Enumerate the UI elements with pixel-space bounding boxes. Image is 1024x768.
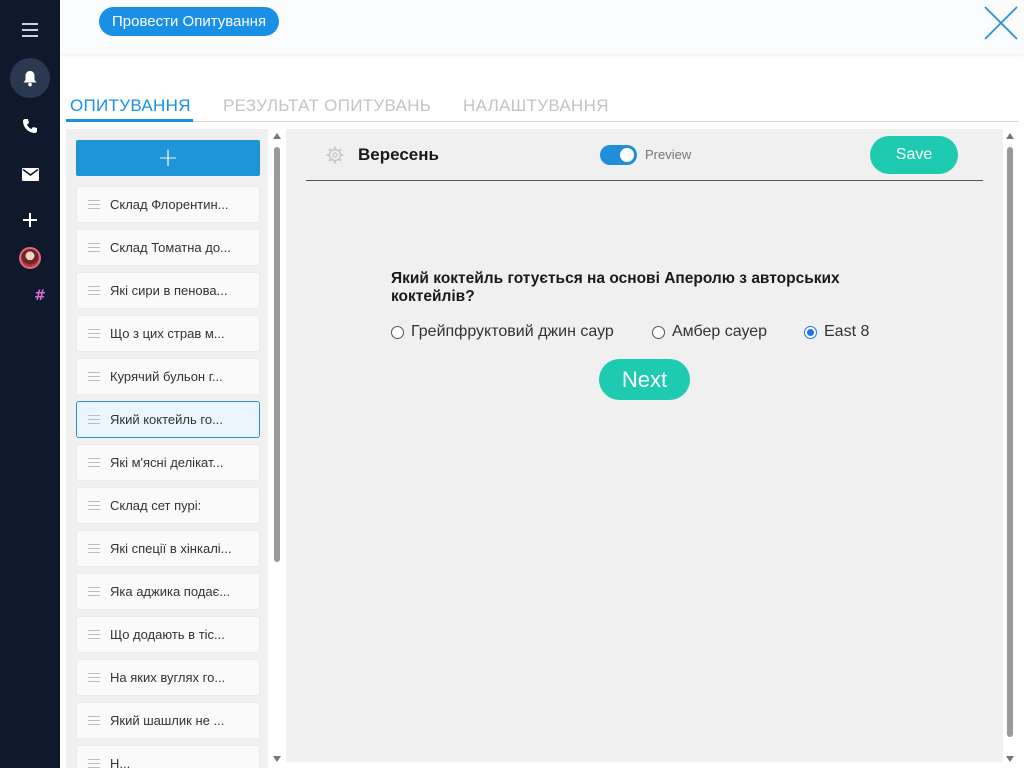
preview-label: Preview bbox=[645, 147, 692, 162]
survey-title[interactable]: Вересень bbox=[358, 145, 439, 165]
question-list-item[interactable]: Н... bbox=[76, 745, 260, 768]
question-list-item[interactable]: Які сири в пенова... bbox=[76, 272, 260, 309]
question-list-item[interactable]: Які спеції в хінкалі... bbox=[76, 530, 260, 567]
question-list-item-label: Н... bbox=[110, 756, 131, 768]
question-list-item-label: Склад Флорентин... bbox=[110, 197, 229, 212]
question-list-item-label: Що додають в тіс... bbox=[110, 627, 225, 642]
mail-icon[interactable] bbox=[0, 154, 60, 194]
question-list-item[interactable]: Які м'ясні делікат... bbox=[76, 444, 260, 481]
hash-tag[interactable]: # bbox=[10, 276, 70, 316]
scroll-up-arrow-icon[interactable] bbox=[1006, 133, 1014, 139]
option-label: East 8 bbox=[824, 323, 870, 340]
top-bar: Провести Опитування bbox=[60, 0, 1024, 54]
question-list-item-label: Які спеції в хінкалі... bbox=[110, 541, 232, 556]
question-list-item-label: Що з цих страв м... bbox=[110, 326, 225, 341]
menu-icon[interactable] bbox=[0, 10, 60, 50]
drag-handle-icon[interactable] bbox=[88, 328, 100, 339]
question-list-item[interactable]: На яких вуглях го... bbox=[76, 659, 260, 696]
run-survey-button[interactable]: Провести Опитування bbox=[99, 7, 280, 36]
option-label: Грейпфруктовий джин саур bbox=[411, 323, 614, 340]
question-list-item-label: Склад Томатна до... bbox=[110, 240, 231, 255]
scrollbar-thumb[interactable] bbox=[274, 147, 280, 562]
phone-icon[interactable] bbox=[0, 106, 60, 146]
toggle-knob bbox=[620, 148, 634, 162]
drag-handle-icon[interactable] bbox=[88, 672, 100, 683]
radio-button-checked[interactable] bbox=[804, 325, 817, 339]
question-list-item-label: Які сири в пенова... bbox=[110, 283, 228, 298]
app-rail: # bbox=[0, 0, 60, 768]
drag-handle-icon[interactable] bbox=[88, 758, 100, 768]
question-list-item[interactable]: Склад Флорентин... bbox=[76, 186, 260, 223]
drag-handle-icon[interactable] bbox=[88, 715, 100, 726]
user-avatar[interactable] bbox=[0, 238, 60, 278]
close-icon[interactable] bbox=[982, 4, 1020, 42]
next-button[interactable]: Next bbox=[599, 359, 690, 400]
preview-toggle[interactable] bbox=[600, 145, 637, 165]
tab-survey-results[interactable]: РЕЗУЛЬТАТ ОПИТУВАНЬ bbox=[223, 96, 431, 116]
question-list-item[interactable]: Що з цих страв м... bbox=[76, 315, 260, 352]
scroll-up-arrow-icon[interactable] bbox=[273, 133, 281, 139]
drag-handle-icon[interactable] bbox=[88, 285, 100, 296]
drag-handle-icon[interactable] bbox=[88, 371, 100, 382]
question-list-item[interactable]: Склад Томатна до... bbox=[76, 229, 260, 266]
gear-icon[interactable] bbox=[326, 146, 344, 164]
drag-handle-icon[interactable] bbox=[88, 414, 100, 425]
question-list-item-label: Склад сет пурі: bbox=[110, 498, 202, 513]
section-tabs: ОПИТУВАННЯ РЕЗУЛЬТАТ ОПИТУВАНЬ НАЛАШТУВА… bbox=[66, 96, 1018, 122]
question-list-item[interactable]: Який коктейль го... bbox=[76, 401, 260, 438]
drag-handle-icon[interactable] bbox=[88, 586, 100, 597]
question-list-item[interactable]: Курячий бульон г... bbox=[76, 358, 260, 395]
question-list-item[interactable]: Який шашлик не ... bbox=[76, 702, 260, 739]
option-grapefruit-gin-sour[interactable]: Грейпфруктовий джин саур bbox=[391, 323, 614, 341]
question-text: Який коктейль готується на основі Аперол… bbox=[391, 270, 840, 305]
drag-handle-icon[interactable] bbox=[88, 543, 100, 554]
add-icon[interactable] bbox=[0, 200, 60, 240]
scrollbar-thumb[interactable] bbox=[1007, 147, 1013, 737]
plus-icon: + bbox=[157, 143, 179, 173]
drag-handle-icon[interactable] bbox=[88, 500, 100, 511]
option-label: Амбер сауер bbox=[672, 323, 768, 340]
editor-header: Вересень Preview Save bbox=[306, 129, 983, 181]
save-button[interactable]: Save bbox=[870, 136, 958, 174]
question-list-item-label: На яких вуглях го... bbox=[110, 670, 226, 685]
radio-button[interactable] bbox=[391, 325, 404, 339]
active-tab-indicator bbox=[66, 119, 193, 122]
answer-options: Грейпфруктовий джин саур Амбер сауер Eas… bbox=[391, 323, 931, 343]
list-scrollbar[interactable] bbox=[270, 129, 284, 768]
tab-settings[interactable]: НАЛАШТУВАННЯ bbox=[463, 96, 609, 116]
drag-handle-icon[interactable] bbox=[88, 457, 100, 468]
question-list-item-label: Який шашлик не ... bbox=[110, 713, 225, 728]
question-list-item[interactable]: Що додають в тіс... bbox=[76, 616, 260, 653]
add-question-button[interactable]: + bbox=[76, 140, 260, 176]
bell-icon[interactable] bbox=[0, 58, 60, 98]
avatar bbox=[19, 247, 41, 269]
option-east-8[interactable]: East 8 bbox=[804, 323, 869, 341]
question-list-item[interactable]: Яка аджика подає... bbox=[76, 573, 260, 610]
question-list-item-label: Яка аджика подає... bbox=[110, 584, 231, 599]
question-list-panel: + Склад Флорентин... Склад Томатна до... Я… bbox=[66, 129, 268, 768]
tab-surveys[interactable]: ОПИТУВАННЯ bbox=[70, 96, 191, 116]
drag-handle-icon[interactable] bbox=[88, 199, 100, 210]
editor-scrollbar[interactable] bbox=[1003, 129, 1019, 768]
hash-icon: # bbox=[34, 288, 46, 304]
radio-button[interactable] bbox=[652, 325, 665, 339]
drag-handle-icon[interactable] bbox=[88, 629, 100, 640]
question-list-item-label: Який коктейль го... bbox=[110, 412, 223, 427]
scroll-down-arrow-icon[interactable] bbox=[1006, 756, 1014, 762]
option-amber-sour[interactable]: Амбер сауер bbox=[652, 323, 767, 341]
survey-editor: Вересень Preview Save Який коктейль готу… bbox=[286, 129, 1003, 762]
question-list-item-label: Які м'ясні делікат... bbox=[110, 455, 224, 470]
scroll-down-arrow-icon[interactable] bbox=[273, 756, 281, 762]
drag-handle-icon[interactable] bbox=[88, 242, 100, 253]
question-list-item[interactable]: Склад сет пурі: bbox=[76, 487, 260, 524]
question-list-item-label: Курячий бульон г... bbox=[110, 369, 223, 384]
